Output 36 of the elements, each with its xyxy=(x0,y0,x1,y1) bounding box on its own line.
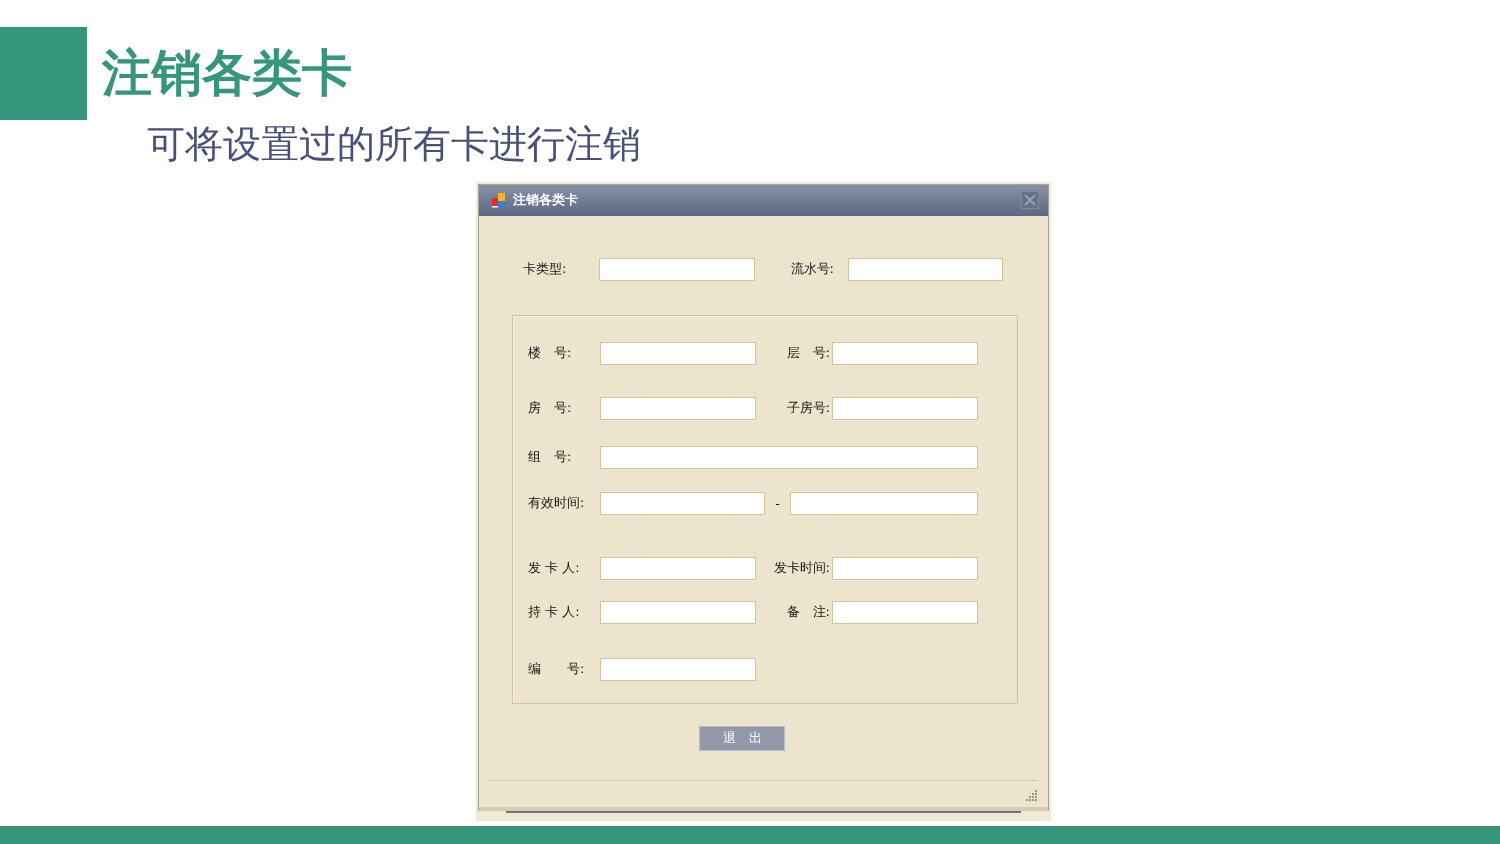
input-field[interactable] xyxy=(832,600,978,624)
field-label: 编 号: xyxy=(528,661,585,678)
app-icon xyxy=(491,192,507,209)
field-label: 有效时间: xyxy=(528,495,585,512)
range-separator: - xyxy=(775,495,780,511)
field-label: 持 卡 人: xyxy=(528,604,580,621)
field-label: 楼 号: xyxy=(528,345,572,362)
input-field[interactable] xyxy=(600,396,756,420)
resize-grip-icon[interactable] xyxy=(1025,788,1038,802)
input-field[interactable] xyxy=(832,396,978,420)
window-title: 注销各类卡 xyxy=(513,191,578,210)
field-label: 备 注: xyxy=(786,604,830,621)
field-label: 子房号: xyxy=(786,400,830,417)
input-field[interactable] xyxy=(600,600,756,624)
input-field[interactable] xyxy=(600,657,756,681)
input-field[interactable] xyxy=(832,341,978,365)
slide-title: 注销各类卡 xyxy=(102,47,352,100)
input-field[interactable] xyxy=(600,445,978,469)
close-icon xyxy=(1024,194,1036,207)
field-label: 流水号: xyxy=(790,261,834,278)
field-label: 组 号: xyxy=(528,449,572,466)
input-field[interactable] xyxy=(832,556,978,580)
input-field[interactable] xyxy=(600,491,765,515)
field-label: 发 卡 人: xyxy=(528,560,580,577)
field-label: 层 号: xyxy=(786,345,830,362)
input-field[interactable] xyxy=(848,257,1003,281)
input-field[interactable] xyxy=(600,556,756,580)
input-field[interactable] xyxy=(600,341,756,365)
exit-button[interactable]: 退 出 xyxy=(699,725,785,751)
input-field[interactable] xyxy=(599,257,755,281)
input-field[interactable] xyxy=(790,491,978,515)
close-button[interactable] xyxy=(1021,191,1039,210)
field-label: 卡类型: xyxy=(523,261,567,278)
field-label: 房 号: xyxy=(528,400,572,417)
slide-subtitle: 可将设置过的所有卡进行注销 xyxy=(147,124,641,166)
field-label: 发卡时间: xyxy=(773,560,830,577)
